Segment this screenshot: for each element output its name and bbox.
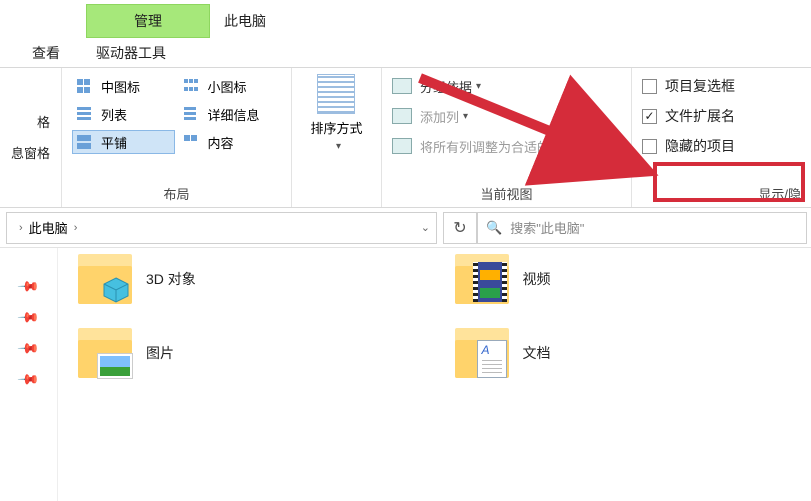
file-extensions-label: 文件扩展名 — [665, 106, 735, 126]
refresh-button[interactable]: ↻ — [443, 212, 477, 244]
add-columns-button[interactable]: 添加列 ▾ — [392, 104, 621, 128]
group-show-hide: 项目复选框 文件扩展名 隐藏的项目 显示/隐 — [632, 68, 811, 207]
layout-details-label: 详细信息 — [208, 105, 260, 124]
document-icon — [477, 340, 507, 378]
pin-icon[interactable]: 📌 — [16, 274, 40, 298]
search-input[interactable]: 🔍 搜索"此电脑" — [477, 212, 807, 244]
layout-tiles[interactable]: 平铺 — [72, 130, 175, 154]
cube-icon — [102, 276, 130, 304]
checkbox-checked-icon — [642, 109, 657, 124]
layout-details[interactable]: 详细信息 — [179, 102, 282, 126]
folder-icon — [455, 254, 509, 304]
layout-medium-label: 中图标 — [101, 77, 140, 96]
chevron-down-icon: ▾ — [463, 111, 468, 122]
folder-icon — [78, 254, 132, 304]
pane-item-nav[interactable]: 格 — [11, 112, 50, 131]
size-columns-label: 将所有列调整为合适的大小 — [420, 137, 576, 156]
layout-content[interactable]: 内容 — [179, 130, 282, 154]
layout-small-icons[interactable]: 小图标 — [179, 74, 282, 98]
address-bar[interactable]: › 此电脑 › ⌄ — [6, 212, 437, 244]
chevron-down-icon: ▾ — [476, 81, 481, 92]
layout-small-label: 小图标 — [208, 77, 247, 96]
group-layout: 中图标 小图标 列表 详细信息 平铺 内容 布局 — [62, 68, 292, 207]
item-checkboxes-label: 项目复选框 — [665, 76, 735, 96]
details-icon — [184, 107, 202, 121]
tab-drive-tools[interactable]: 驱动器工具 — [78, 38, 184, 67]
hidden-items-toggle[interactable]: 隐藏的项目 — [642, 134, 801, 158]
search-icon: 🔍 — [486, 220, 502, 236]
sort-label: 排序方式 — [310, 118, 362, 137]
layout-tiles-label: 平铺 — [101, 133, 127, 152]
group-current-view-label: 当前视图 — [480, 184, 532, 203]
group-by-icon — [392, 78, 412, 94]
layout-list[interactable]: 列表 — [72, 102, 175, 126]
add-columns-icon — [392, 108, 412, 124]
pin-icon[interactable]: 📌 — [16, 305, 40, 329]
item-checkboxes-toggle[interactable]: 项目复选框 — [642, 74, 801, 98]
folder-videos[interactable]: 视频 — [455, 254, 792, 304]
sort-button[interactable]: 排序方式 ▾ — [310, 74, 362, 152]
content-area: 📌 📌 📌 📌 3D 对象 视频 — [0, 248, 811, 501]
quick-access-sidebar: 📌 📌 📌 📌 — [0, 248, 58, 501]
group-by-label: 分组依据 — [420, 77, 472, 96]
layout-content-label: 内容 — [208, 133, 234, 152]
folder-documents[interactable]: 文档 — [455, 328, 792, 378]
tab-view[interactable]: 查看 — [14, 38, 78, 67]
folder-label: 图片 — [146, 343, 174, 363]
chevron-right-icon: › — [19, 222, 23, 234]
checkbox-unchecked-icon — [642, 79, 657, 94]
list-icon — [77, 107, 95, 121]
tab-spacer — [0, 0, 86, 38]
add-columns-label: 添加列 — [420, 107, 459, 126]
title-tabstrip: 管理 此电脑 — [0, 0, 811, 38]
group-panes: 格 息窗格 — [0, 68, 62, 207]
ribbon-tabs: 查看 驱动器工具 — [0, 38, 811, 68]
folder-icon — [455, 328, 509, 378]
items-grid: 3D 对象 视频 图片 文档 — [58, 248, 811, 501]
medium-icons-icon — [77, 79, 95, 93]
folder-label: 视频 — [523, 269, 551, 289]
folder-label: 3D 对象 — [146, 269, 196, 289]
ribbon: 格 息窗格 中图标 小图标 列表 详细信息 平铺 — [0, 68, 811, 208]
search-placeholder: 搜索"此电脑" — [510, 218, 584, 237]
navbar: › 此电脑 › ⌄ ↻ 🔍 搜索"此电脑" — [0, 208, 811, 248]
tab-manage-header: 管理 — [86, 4, 210, 38]
size-columns-icon — [392, 138, 412, 154]
checkbox-unchecked-icon — [642, 139, 657, 154]
breadcrumb-this-pc[interactable]: 此电脑 — [29, 218, 68, 237]
chevron-down-icon[interactable]: ⌄ — [421, 221, 430, 234]
pane-item-details[interactable]: 息窗格 — [11, 143, 50, 162]
folder-3d-objects[interactable]: 3D 对象 — [78, 254, 415, 304]
group-sort: 排序方式 ▾ — [292, 68, 382, 207]
sort-icon — [317, 74, 355, 114]
layout-list-label: 列表 — [101, 105, 127, 124]
group-by-button[interactable]: 分组依据 ▾ — [392, 74, 621, 98]
window-title: 此电脑 — [210, 4, 280, 38]
pin-icon[interactable]: 📌 — [16, 336, 40, 360]
hidden-items-label: 隐藏的项目 — [665, 136, 735, 156]
group-layout-label: 布局 — [163, 184, 189, 203]
small-icons-icon — [184, 79, 202, 93]
chevron-down-icon: ▾ — [336, 141, 341, 152]
content-icon — [184, 135, 202, 149]
photo-icon — [98, 354, 132, 378]
folder-pictures[interactable]: 图片 — [78, 328, 415, 378]
film-icon — [473, 262, 507, 302]
group-show-hide-label: 显示/隐 — [758, 184, 801, 203]
chevron-right-icon: › — [74, 222, 78, 234]
layout-medium-icons[interactable]: 中图标 — [72, 74, 175, 98]
tiles-icon — [77, 135, 95, 149]
pin-icon[interactable]: 📌 — [16, 367, 40, 391]
refresh-icon: ↻ — [453, 218, 466, 238]
folder-icon — [78, 328, 132, 378]
size-columns-button[interactable]: 将所有列调整为合适的大小 — [392, 134, 621, 158]
folder-label: 文档 — [523, 343, 551, 363]
group-current-view: 分组依据 ▾ 添加列 ▾ 将所有列调整为合适的大小 当前视图 — [382, 68, 632, 207]
file-extensions-toggle[interactable]: 文件扩展名 — [642, 104, 801, 128]
